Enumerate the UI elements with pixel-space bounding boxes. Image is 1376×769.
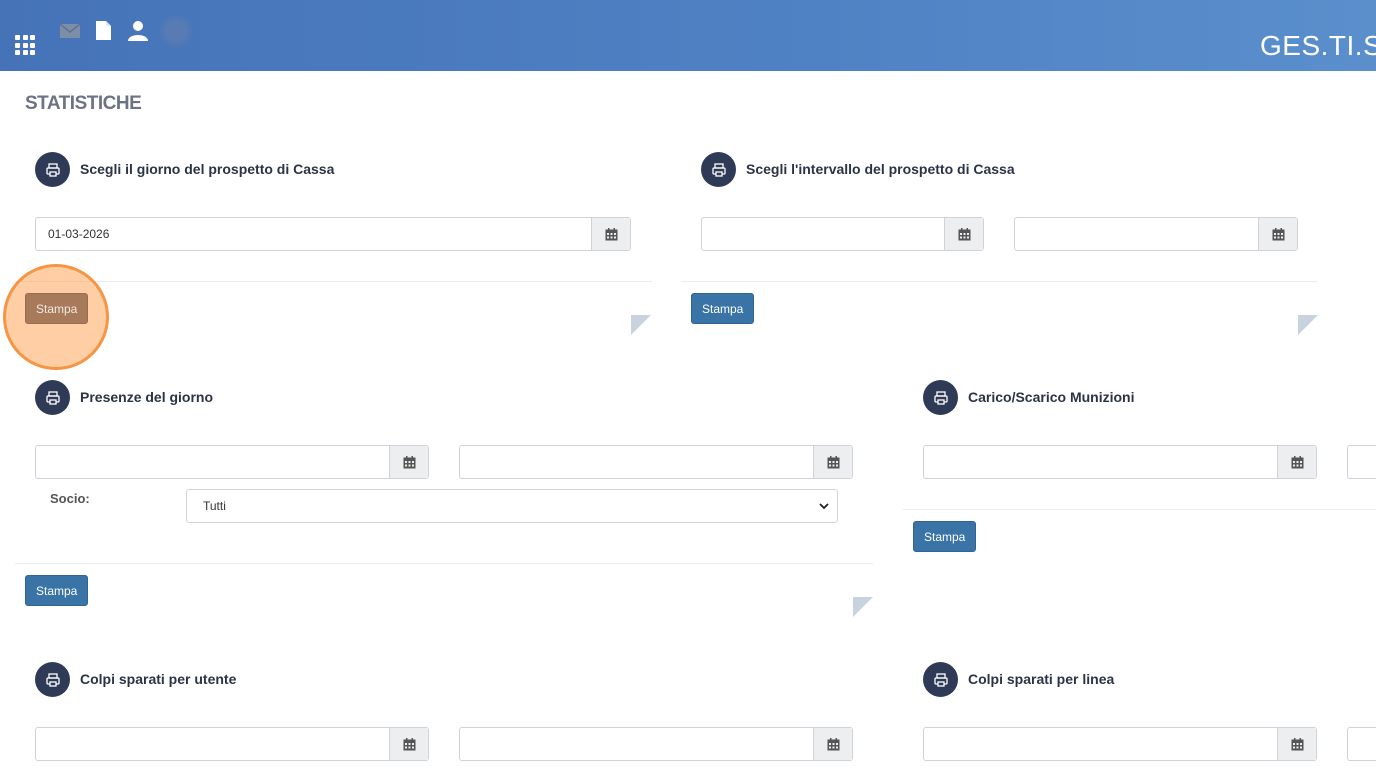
- date-input[interactable]: [924, 446, 1277, 478]
- stampa-button-cassa-giorno[interactable]: Stampa: [25, 293, 89, 324]
- avatar-icon[interactable]: [162, 17, 190, 45]
- calendar-icon: [958, 227, 970, 240]
- panel-corner: [1298, 315, 1318, 335]
- date-field-from: [701, 217, 984, 251]
- panel-title-presenze: Presenze del giorno: [80, 389, 214, 405]
- date-field-to: [1347, 727, 1376, 761]
- calendar-button[interactable]: [1258, 218, 1297, 250]
- calendar-button[interactable]: [813, 728, 852, 760]
- date-field-from: [35, 727, 429, 761]
- date-field-from: [923, 445, 1317, 479]
- date-input[interactable]: [1348, 446, 1376, 478]
- print-icon: [701, 152, 736, 187]
- print-icon: [923, 380, 958, 415]
- date-input[interactable]: [924, 728, 1277, 760]
- print-icon: [35, 152, 70, 187]
- date-input[interactable]: [1015, 218, 1258, 250]
- calendar-icon: [605, 227, 617, 240]
- date-input[interactable]: [36, 218, 591, 250]
- date-input[interactable]: [702, 218, 944, 250]
- panel-title-cassa-intervallo: Scegli l'intervallo del prospetto di Cas…: [746, 161, 1015, 177]
- socio-label: Socio:: [50, 491, 90, 506]
- calendar-icon: [827, 455, 839, 468]
- stampa-button-presenze[interactable]: Stampa: [25, 575, 89, 606]
- apps-grid-icon[interactable]: [15, 35, 35, 55]
- socio-select[interactable]: Tutti: [186, 489, 838, 523]
- date-field-from: [35, 445, 429, 479]
- print-icon: [35, 662, 70, 697]
- date-field-cassa-giorno: [35, 217, 631, 251]
- socio-selected-value: Tutti: [203, 499, 226, 513]
- calendar-button[interactable]: [813, 446, 852, 478]
- calendar-button[interactable]: [591, 218, 630, 250]
- calendar-button[interactable]: [1277, 728, 1316, 760]
- calendar-button[interactable]: [389, 446, 428, 478]
- calendar-icon: [1291, 737, 1303, 750]
- date-input[interactable]: [1348, 728, 1376, 760]
- divider: [681, 281, 1318, 282]
- panel-corner: [631, 315, 651, 335]
- brand-title: GES.TI.S: [1260, 30, 1376, 61]
- date-field-to: [1347, 445, 1376, 479]
- calendar-icon: [403, 737, 415, 750]
- divider: [903, 509, 1376, 510]
- panel-corner: [853, 597, 873, 617]
- date-field-to: [1014, 217, 1298, 251]
- calendar-icon: [1272, 227, 1284, 240]
- page-title: STATISTICHE: [25, 93, 142, 114]
- top-bar: GES.TI.S: [0, 0, 1376, 71]
- calendar-button[interactable]: [1277, 446, 1316, 478]
- date-input[interactable]: [36, 446, 389, 478]
- calendar-button[interactable]: [944, 218, 983, 250]
- print-icon: [923, 662, 958, 697]
- date-field-to: [459, 727, 853, 761]
- divider: [15, 563, 873, 564]
- date-input[interactable]: [460, 446, 813, 478]
- panel-title-colpi-linea: Colpi sparati per linea: [968, 671, 1115, 687]
- date-field-from: [923, 727, 1317, 761]
- date-input[interactable]: [36, 728, 389, 760]
- calendar-button[interactable]: [389, 728, 428, 760]
- divider: [15, 281, 652, 282]
- document-icon[interactable]: [95, 20, 112, 41]
- panel-title-munizioni: Carico/Scarico Munizioni: [968, 389, 1135, 405]
- date-input[interactable]: [460, 728, 813, 760]
- calendar-icon: [827, 737, 839, 750]
- date-field-to: [459, 445, 853, 479]
- panel-title-colpi-utente: Colpi sparati per utente: [80, 671, 237, 687]
- calendar-icon: [1291, 455, 1303, 468]
- print-icon: [35, 380, 70, 415]
- calendar-icon: [403, 455, 415, 468]
- panel-title-cassa-giorno: Scegli il giorno del prospetto di Cassa: [80, 161, 335, 177]
- mail-icon[interactable]: [59, 22, 81, 40]
- stampa-button-cassa-intervallo[interactable]: Stampa: [691, 293, 755, 324]
- user-icon[interactable]: [127, 20, 149, 41]
- stampa-button-munizioni[interactable]: Stampa: [913, 521, 977, 552]
- chevron-down-icon: [819, 502, 829, 509]
